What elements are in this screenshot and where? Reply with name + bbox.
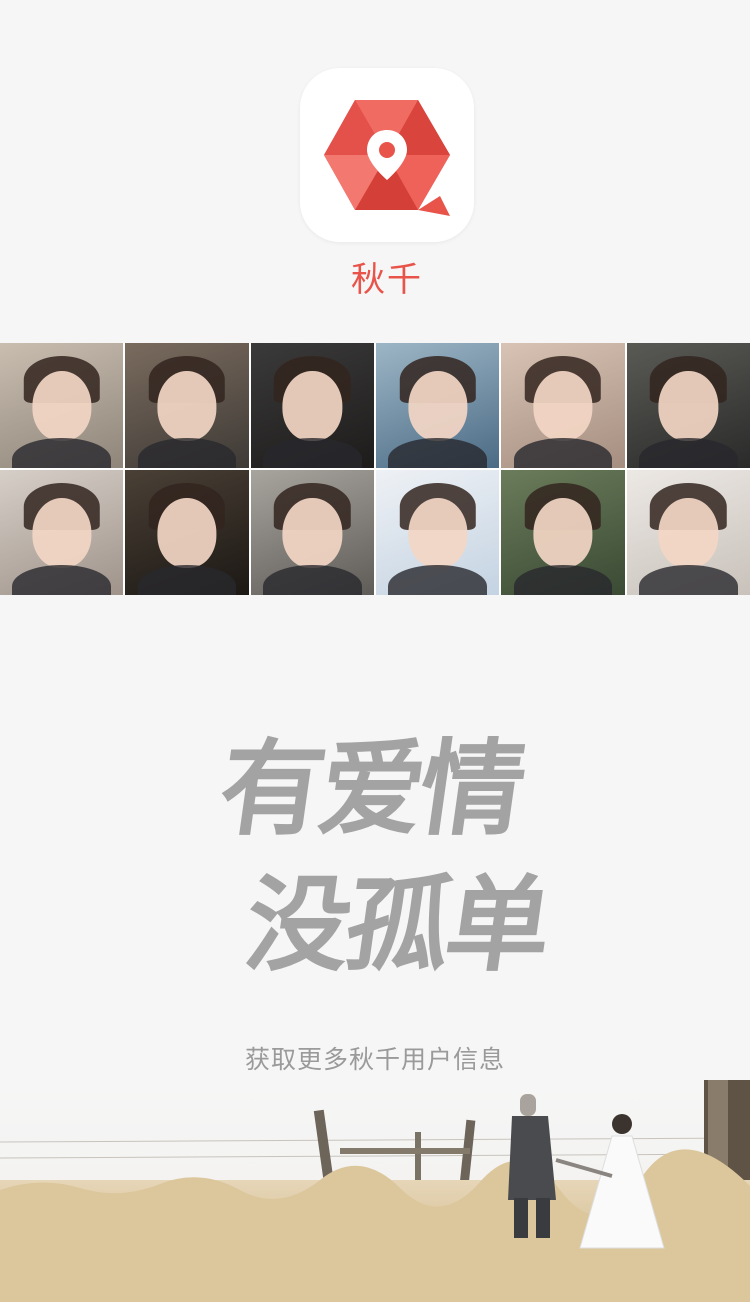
avatar-shoulders <box>262 565 362 595</box>
avatar-face <box>533 497 593 568</box>
user-avatar[interactable] <box>250 343 374 468</box>
avatar-shoulders <box>388 565 487 595</box>
user-avatar[interactable] <box>626 343 750 468</box>
avatar-face <box>32 370 92 441</box>
user-avatar[interactable] <box>125 343 249 468</box>
avatar-face <box>658 370 718 441</box>
avatar-shoulders <box>638 565 738 595</box>
avatar-shoulders <box>638 438 738 468</box>
user-avatar[interactable] <box>501 470 625 595</box>
avatar-face <box>408 497 468 568</box>
avatar-shoulders <box>513 438 613 468</box>
user-avatar[interactable] <box>376 470 500 595</box>
slogan-calligraphy: 有爱情 没孤单 <box>200 700 580 990</box>
slogan-line-2: 没孤单 <box>238 863 556 986</box>
avatar-shoulders <box>262 438 362 468</box>
avatar-face <box>32 497 92 568</box>
slogan-line-1: 有爱情 <box>212 727 530 850</box>
avatar-shoulders <box>12 565 111 595</box>
qiuqian-logo-icon <box>324 100 450 216</box>
avatar-face <box>533 370 593 441</box>
avatar-face <box>282 370 342 441</box>
avatar-shoulders <box>137 438 237 468</box>
app-logo[interactable] <box>300 68 474 242</box>
user-avatar[interactable] <box>250 470 374 595</box>
avatar-face <box>408 370 468 441</box>
avatar-face <box>658 497 718 568</box>
avatar-shoulders <box>12 438 111 468</box>
user-avatar[interactable] <box>626 470 750 595</box>
avatar-face <box>282 497 342 568</box>
avatar-face <box>157 370 217 441</box>
user-avatar[interactable] <box>0 470 124 595</box>
user-photo-grid <box>0 343 750 595</box>
user-avatar[interactable] <box>125 470 249 595</box>
couple-field-photo <box>0 1080 750 1302</box>
avatar-shoulders <box>388 438 487 468</box>
more-user-info-link[interactable]: 获取更多秋千用户信息 <box>0 1040 750 1076</box>
avatar-face <box>157 497 217 568</box>
avatar-shoulders <box>513 565 613 595</box>
avatar-shoulders <box>137 565 237 595</box>
user-avatar[interactable] <box>376 343 500 468</box>
user-avatar[interactable] <box>501 343 625 468</box>
user-avatar[interactable] <box>0 343 124 468</box>
app-name: 秋千 <box>351 260 423 300</box>
